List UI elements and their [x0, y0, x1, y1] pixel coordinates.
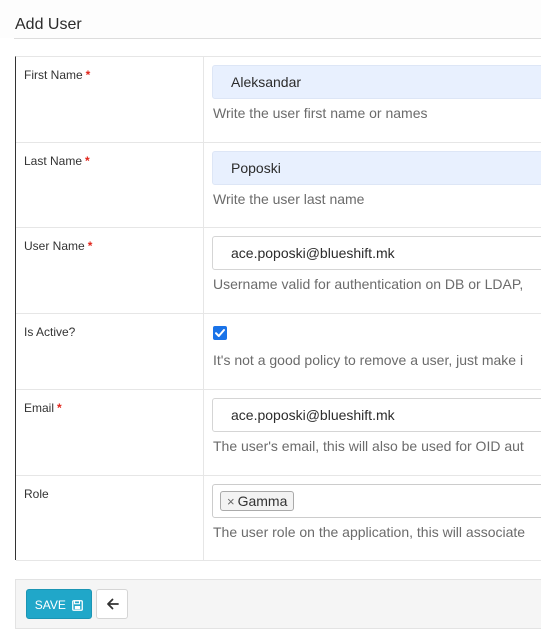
email-label: Email * [24, 401, 62, 415]
user-name-help: Username valid for authentication on DB … [213, 276, 524, 292]
required-mark: * [85, 154, 90, 168]
is-active-help: It's not a good policy to remove a user,… [213, 352, 524, 368]
last-name-input[interactable]: Poposki [212, 151, 541, 185]
form-row-first-name: First Name * Aleksandar Write the user fi… [16, 57, 541, 143]
form-row-email: Email * ace.poposki@blueshift.mk The user… [16, 390, 541, 476]
is-active-label: Is Active? [24, 325, 76, 339]
label-cell: First Name * [16, 57, 204, 142]
checkmark-icon [215, 329, 225, 337]
form-row-role: Role × Gamma The user role on the applica… [16, 476, 541, 561]
last-name-help: Write the user last name [213, 191, 365, 207]
required-mark: * [85, 68, 91, 82]
floppy-disk-icon [72, 600, 84, 611]
page-title: Add User [15, 16, 82, 33]
email-help: The user's email, this will also be used… [213, 438, 524, 454]
last-name-label: Last Name * [24, 154, 90, 168]
arrow-left-icon [107, 598, 119, 610]
role-tag-label: Gamma [237, 493, 288, 509]
form-row-last-name: Last Name * Poposki Write the user last n… [16, 143, 541, 228]
role-label: Role [24, 487, 49, 501]
first-name-help: Write the user first name or names [213, 105, 428, 121]
role-select[interactable]: × Gamma [212, 484, 541, 518]
email-input[interactable]: ace.poposki@blueshift.mk [212, 398, 541, 432]
label-cell: User Name * [16, 228, 204, 313]
save-button[interactable]: SAVE [26, 589, 92, 619]
label-cell: Email * [16, 390, 204, 475]
first-name-label: First Name * [24, 68, 91, 82]
user-name-label: User Name * [24, 239, 93, 253]
panel-heading: Add User [0, 0, 541, 38]
role-tag: × Gamma [220, 491, 295, 511]
required-mark: * [87, 239, 93, 253]
back-button[interactable] [96, 589, 128, 619]
label-cell: Is Active? [16, 314, 204, 389]
remove-tag-icon[interactable]: × [227, 494, 235, 509]
form-row-is-active: Is Active? It's not a good policy to rem… [16, 314, 541, 390]
role-help: The user role on the application, this w… [213, 524, 526, 540]
user-name-input[interactable]: ace.poposki@blueshift.mk [212, 236, 541, 270]
required-mark: * [57, 401, 62, 415]
heading-divider [14, 38, 541, 39]
label-cell: Role [16, 476, 204, 560]
save-button-label: SAVE [34, 598, 66, 612]
user-form: First Name * Aleksandar Write the user fi… [15, 56, 541, 561]
form-row-user-name: User Name * ace.poposki@blueshift.mk User… [16, 228, 541, 314]
label-cell: Last Name * [16, 143, 204, 227]
is-active-checkbox[interactable] [213, 326, 227, 340]
first-name-input[interactable]: Aleksandar [212, 65, 541, 99]
form-footer: SAVE [15, 579, 541, 629]
add-user-page: Add User First Name * Aleksandar Write th… [0, 0, 541, 638]
